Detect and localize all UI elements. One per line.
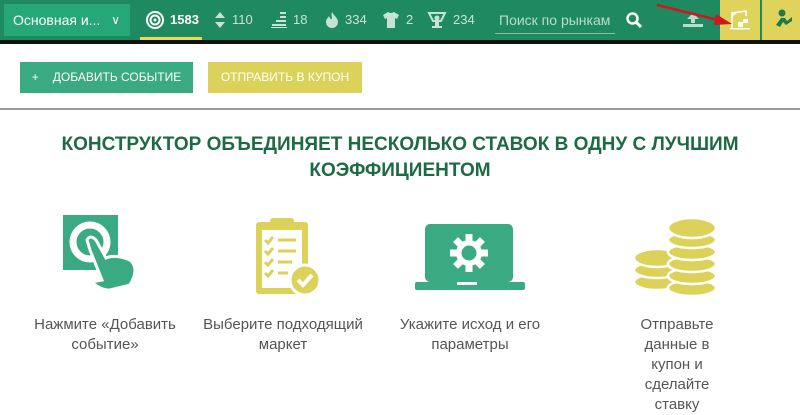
step-text: Отправьте данные в купон и сделайте став… — [640, 316, 714, 413]
step-3: Укажите исход и его параметры — [380, 210, 560, 355]
trophy-icon — [427, 12, 447, 28]
step-text: Нажмите «Добавить событие» — [34, 316, 176, 353]
stat-updown[interactable]: 110 — [214, 0, 253, 40]
step-text: Выберите подходящий маркет — [203, 316, 363, 353]
stat-all[interactable]: 1583 — [146, 0, 199, 40]
target-icon — [146, 11, 164, 29]
add-event-label: ДОБАВИТЬ СОБЫТИЕ — [52, 70, 182, 84]
step-text: Укажите исход и его параметры — [399, 316, 541, 353]
bars-icon — [271, 12, 287, 28]
stat-shirt[interactable]: 2 — [382, 0, 413, 40]
stat-trophy[interactable]: 234 — [427, 0, 475, 40]
step-1: Нажмите «Добавить событие» — [15, 210, 195, 355]
stat-bars[interactable]: 18 — [271, 0, 307, 40]
profile-growth-button[interactable] — [762, 0, 800, 40]
step-2: Выберите подходящий маркет — [193, 210, 373, 355]
section-divider — [0, 108, 800, 110]
tap-button-icon — [63, 215, 137, 292]
market-dropdown[interactable]: Основная и... ∨ — [4, 4, 130, 36]
clipboard-check-icon — [256, 218, 322, 297]
chevron-down-icon: ∨ — [111, 13, 120, 27]
page-title: КОНСТРУКТОР ОБЪЕДИНЯЕТ НЕСКОЛЬКО СТАВОК … — [61, 134, 739, 181]
stat-value: 234 — [453, 12, 475, 27]
stat-value: 334 — [345, 12, 367, 27]
stat-value: 110 — [232, 12, 253, 27]
stat-value: 18 — [293, 12, 308, 27]
active-tab-indicator — [140, 37, 202, 40]
up-down-icon — [215, 12, 225, 28]
search-input[interactable]: Поиск по рынкам — [495, 8, 615, 34]
stat-value: 1583 — [170, 12, 199, 27]
plus-icon: + — [31, 70, 39, 84]
user-growth-icon — [776, 9, 792, 27]
add-event-button[interactable]: + ДОБАВИТЬ СОБЫТИЕ — [20, 62, 193, 93]
shirt-icon — [383, 12, 399, 28]
divider — [0, 40, 800, 44]
fire-icon — [326, 12, 338, 28]
dropdown-label: Основная и... — [13, 12, 101, 28]
upload-icon[interactable] — [682, 12, 704, 28]
constructor-button[interactable] — [720, 0, 760, 40]
send-coupon-button[interactable]: ОТПРАВИТЬ В КУПОН — [208, 62, 362, 93]
step-4: Отправьте данные в купон и сделайте став… — [587, 210, 767, 415]
crane-icon — [730, 10, 750, 30]
search-icon[interactable] — [626, 12, 642, 28]
coins-icon — [632, 216, 718, 298]
stat-value: 2 — [406, 12, 414, 27]
laptop-gear-icon — [415, 224, 525, 290]
stat-fire[interactable]: 334 — [325, 0, 367, 40]
